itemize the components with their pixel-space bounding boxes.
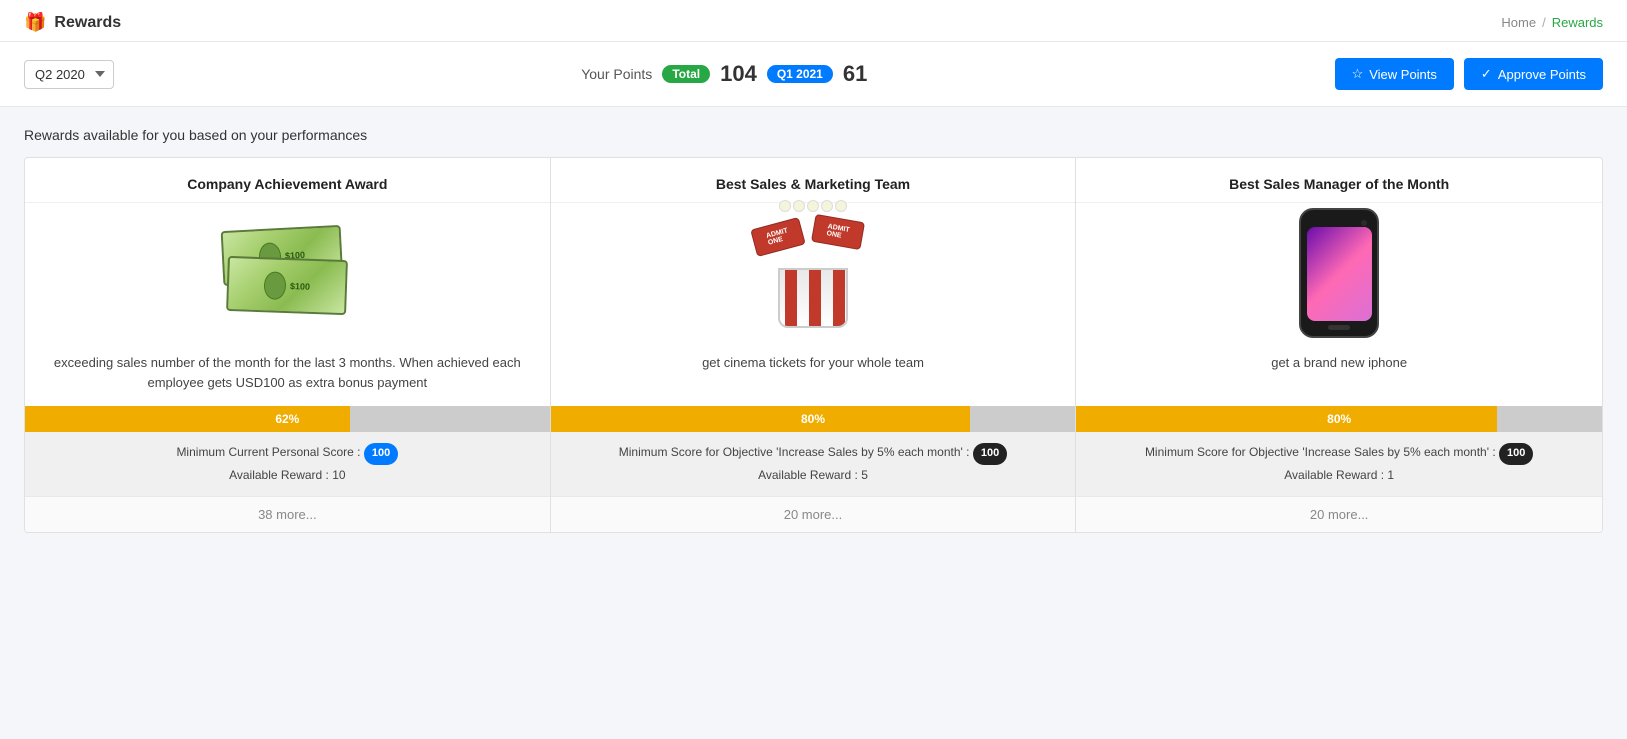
card-3-progress-bar: 80% — [1076, 406, 1602, 432]
iphone-notch — [1325, 218, 1353, 224]
card-1-progress-fill — [25, 406, 350, 432]
card-2-reward-label: Available Reward : 5 — [758, 468, 868, 482]
breadcrumb-current: Rewards — [1552, 15, 1603, 30]
card-3-score-badge: 100 — [1499, 443, 1533, 465]
card-3-score-label: Minimum Score for Objective 'Increase Sa… — [1145, 445, 1496, 459]
check-icon: ✓ — [1481, 66, 1492, 82]
top-bar: 🎁 Rewards Home / Rewards — [0, 0, 1627, 42]
card-2-progress-section: 80% Minimum Score for Objective 'Increas… — [551, 406, 1076, 532]
popcorn-top — [773, 200, 853, 212]
main-content: Rewards available for you based on your … — [0, 107, 1627, 553]
card-1-progress-bar: 62% — [25, 406, 550, 432]
view-points-button[interactable]: ☆ View Points — [1335, 58, 1454, 90]
quarter-select[interactable]: Q2 2020 Q1 2020 Q3 2020 Q4 2020 Q1 2021 — [24, 60, 114, 89]
view-points-label: View Points — [1369, 67, 1437, 82]
reward-card-3: Best Sales Manager of the Month get a br… — [1076, 158, 1602, 532]
bill-portrait-2 — [264, 271, 287, 300]
app-title: Rewards — [54, 14, 121, 32]
your-points-label: Your Points — [581, 66, 652, 82]
card-1-score-badge: 100 — [364, 443, 398, 465]
card-1-title: Company Achievement Award — [25, 158, 550, 203]
card-1-progress-section: 62% Minimum Current Personal Score : 100… — [25, 406, 550, 532]
section-title: Rewards available for you based on your … — [24, 127, 1603, 143]
card-1-score-info: Minimum Current Personal Score : 100 Ava… — [25, 432, 550, 496]
iphone-image — [1299, 208, 1379, 338]
breadcrumb-home[interactable]: Home — [1501, 15, 1536, 30]
iphone-camera — [1361, 220, 1367, 226]
card-2-score-badge: 100 — [973, 443, 1007, 465]
breadcrumb-separator: / — [1542, 15, 1546, 30]
card-2-score-label: Minimum Score for Objective 'Increase Sa… — [619, 445, 970, 459]
card-3-progress-section: 80% Minimum Score for Objective 'Increas… — [1076, 406, 1602, 532]
q1-points: 61 — [843, 61, 867, 87]
gift-icon: 🎁 — [24, 12, 46, 33]
reward-card-1: Company Achievement Award $100 $100 exce… — [25, 158, 551, 532]
points-section: Your Points Total 104 Q1 2021 61 — [581, 61, 867, 87]
ticket-2: ADMITONE — [811, 214, 865, 250]
iphone-screen — [1307, 227, 1372, 321]
approve-points-button[interactable]: ✓ Approve Points — [1464, 58, 1603, 90]
toolbar-left: Q2 2020 Q1 2020 Q3 2020 Q4 2020 Q1 2021 — [24, 60, 114, 89]
stripe-1 — [785, 270, 797, 326]
card-1-description: exceeding sales number of the month for … — [25, 343, 550, 406]
popcorn-box — [778, 268, 848, 328]
toolbar: Q2 2020 Q1 2020 Q3 2020 Q4 2020 Q1 2021 … — [0, 42, 1627, 107]
card-2-progress-fill — [551, 406, 971, 432]
card-1-score-label: Minimum Current Personal Score : — [176, 445, 360, 459]
card-3-progress-fill — [1076, 406, 1497, 432]
card-1-image: $100 $100 — [25, 203, 550, 343]
breadcrumb: Home / Rewards — [1501, 15, 1603, 30]
reward-card-2: Best Sales & Marketing Team ADMITONE ADM… — [551, 158, 1077, 532]
card-2-title: Best Sales & Marketing Team — [551, 158, 1076, 203]
cinema-image: ADMITONE ADMITONE — [748, 218, 878, 328]
card-2-more-link[interactable]: 20 more... — [551, 496, 1076, 532]
card-2-description: get cinema tickets for your whole team — [551, 343, 1076, 406]
card-3-description: get a brand new iphone — [1076, 343, 1602, 406]
q1-badge: Q1 2021 — [767, 65, 833, 83]
total-points: 104 — [720, 61, 757, 87]
card-2-progress-bar: 80% — [551, 406, 1076, 432]
card-3-more-link[interactable]: 20 more... — [1076, 496, 1602, 532]
iphone-home-bar — [1328, 325, 1350, 330]
money-image: $100 $100 — [222, 228, 352, 318]
approve-points-label: Approve Points — [1498, 67, 1586, 82]
card-3-progress-label: 80% — [1327, 412, 1351, 426]
bill-2: $100 — [226, 256, 348, 315]
toolbar-right: ☆ View Points ✓ Approve Points — [1335, 58, 1603, 90]
card-2-score-info: Minimum Score for Objective 'Increase Sa… — [551, 432, 1076, 496]
star-icon: ☆ — [1352, 66, 1364, 82]
stripe-3 — [833, 270, 845, 326]
popcorn-ball — [821, 200, 833, 212]
card-2-image: ADMITONE ADMITONE — [551, 203, 1076, 343]
card-1-progress-label: 62% — [275, 412, 299, 426]
card-3-score-info: Minimum Score for Objective 'Increase Sa… — [1076, 432, 1602, 496]
bill-text-2: $100 — [290, 281, 310, 292]
card-3-image — [1076, 203, 1602, 343]
popcorn-ball — [793, 200, 805, 212]
popcorn-ball — [807, 200, 819, 212]
cards-grid: Company Achievement Award $100 $100 exce… — [24, 157, 1603, 533]
card-2-progress-label: 80% — [801, 412, 825, 426]
popcorn-ball — [835, 200, 847, 212]
ticket-1: ADMITONE — [750, 217, 806, 257]
popcorn-ball — [779, 200, 791, 212]
stripe-2 — [809, 270, 821, 326]
card-1-reward-label: Available Reward : 10 — [229, 468, 346, 482]
card-1-more-link[interactable]: 38 more... — [25, 496, 550, 532]
card-3-reward-label: Available Reward : 1 — [1284, 468, 1394, 482]
card-3-title: Best Sales Manager of the Month — [1076, 158, 1602, 203]
total-badge: Total — [662, 65, 710, 83]
app-title-section: 🎁 Rewards — [24, 12, 121, 33]
